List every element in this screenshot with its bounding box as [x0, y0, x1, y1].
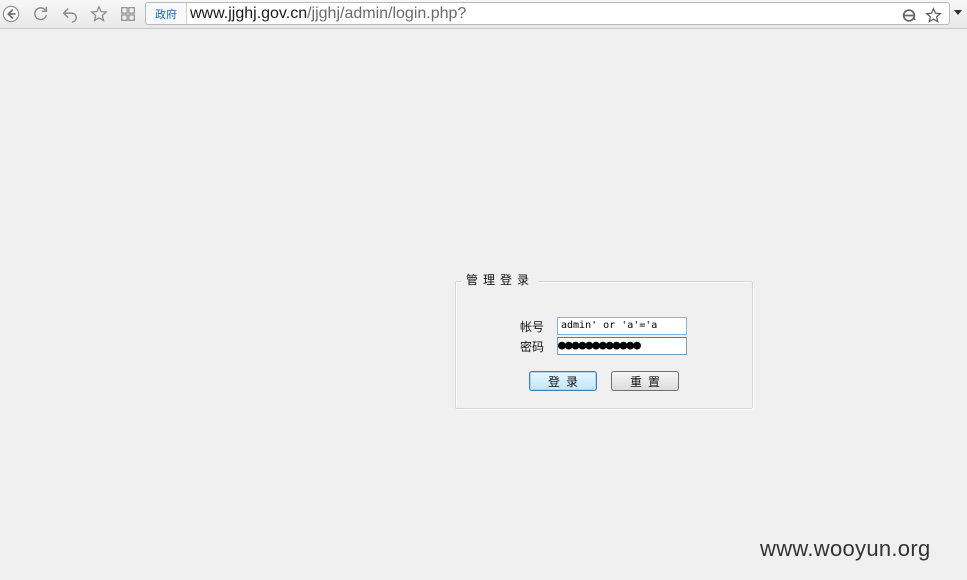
refresh-icon[interactable]	[31, 4, 51, 24]
url-host: www.jjghj.gov.cn	[190, 5, 308, 22]
address-bar[interactable]: 政府 www.jjghj.gov.cn/jjghj/admin/login.ph…	[145, 2, 950, 25]
bookmark-star-icon[interactable]	[924, 6, 942, 23]
reset-button[interactable]: 重置	[611, 371, 679, 391]
favorite-icon[interactable]	[89, 4, 109, 24]
password-input[interactable]: ●●●●●●●●●●●●	[557, 337, 687, 355]
password-label: 密码	[520, 340, 545, 354]
ie-mode-icon[interactable]	[900, 7, 918, 23]
back-icon[interactable]	[1, 4, 21, 24]
wooyun-watermark: www.wooyun.org	[760, 536, 931, 561]
login-legend: 管理登录	[462, 272, 539, 288]
username-input[interactable]: admin' or 'a'='a	[557, 317, 687, 335]
menu-caret-icon[interactable]	[954, 10, 962, 15]
url-path: /jjghj/admin/login.php?	[307, 5, 467, 22]
login-button[interactable]: 登录	[529, 371, 597, 391]
url-text[interactable]: www.jjghj.gov.cn/jjghj/admin/login.php?	[190, 5, 466, 23]
username-label: 帐号	[520, 320, 545, 334]
browser-toolbar: 政府 www.jjghj.gov.cn/jjghj/admin/login.ph…	[0, 0, 967, 29]
undo-icon[interactable]	[60, 4, 80, 24]
gov-site-badge[interactable]: 政府	[146, 3, 187, 24]
apps-icon[interactable]	[118, 4, 138, 24]
